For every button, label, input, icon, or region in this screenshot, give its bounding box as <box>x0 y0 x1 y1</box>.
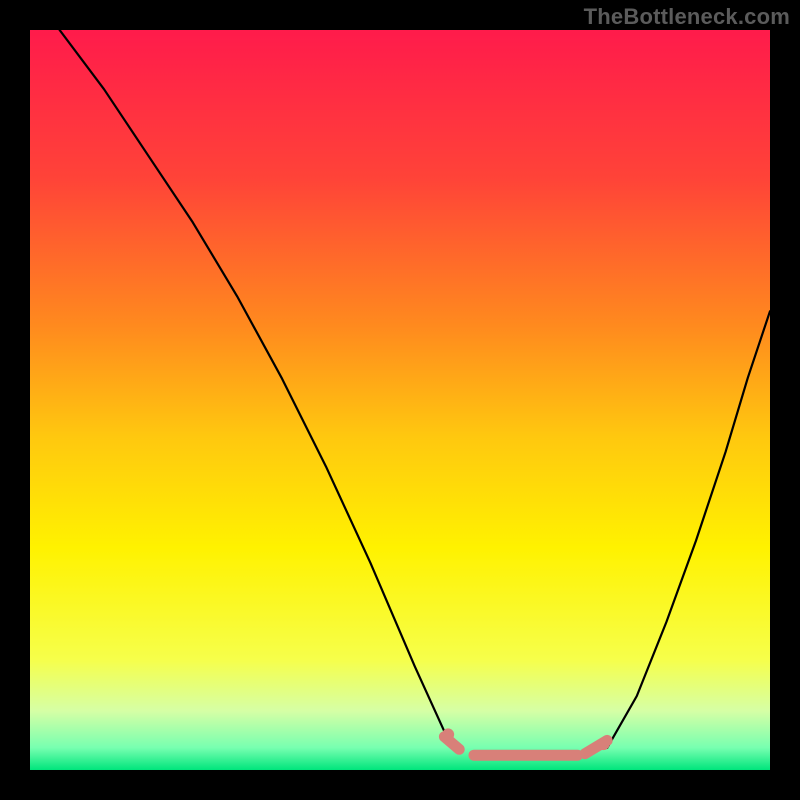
chart-frame: TheBottleneck.com <box>0 0 800 800</box>
watermark-text: TheBottleneck.com <box>584 4 790 30</box>
optimal-range-dot-0 <box>442 728 454 740</box>
bottleneck-chart-svg <box>30 30 770 770</box>
optimal-range-dot-1 <box>597 738 609 750</box>
gradient-background <box>30 30 770 770</box>
plot-area <box>30 30 770 770</box>
